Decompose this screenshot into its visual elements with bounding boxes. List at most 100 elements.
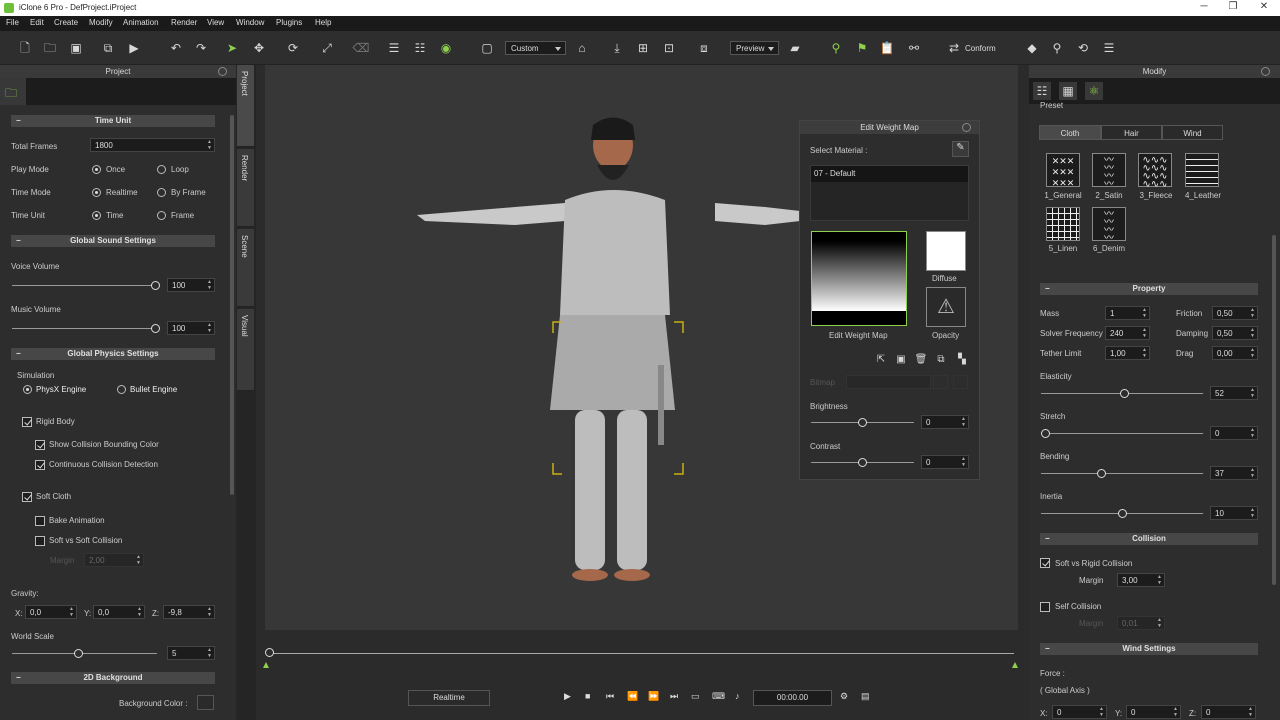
loop-radio[interactable] (157, 165, 166, 174)
menu-help[interactable]: Help (315, 18, 331, 27)
tether-limit-input[interactable]: 1,00 (1105, 346, 1150, 360)
flag-icon[interactable]: ⚑ (853, 39, 871, 57)
eyedropper-icon[interactable]: ✎ (952, 141, 969, 157)
preset-leather-swatch[interactable] (1185, 153, 1219, 187)
save-image-icon[interactable]: ▣ (892, 351, 910, 369)
physx-radio[interactable] (23, 385, 32, 394)
modify-scrollbar[interactable] (1272, 235, 1276, 585)
realtime-dropdown[interactable]: Realtime (408, 690, 490, 706)
background-color-swatch[interactable] (197, 695, 214, 710)
preset-satin-swatch[interactable]: 〰〰〰〰 (1092, 153, 1126, 190)
tab-wind[interactable]: Wind (1162, 125, 1223, 140)
menu-create[interactable]: Create (54, 18, 78, 27)
collision-margin-input[interactable]: 3,00 (1117, 573, 1165, 587)
select-arrow-icon[interactable]: ➤ (223, 39, 241, 57)
preset-linen-swatch[interactable] (1046, 207, 1080, 241)
voice-volume-input[interactable]: 100 (167, 278, 215, 292)
search-zoom-icon[interactable]: ⚲ (1048, 39, 1066, 57)
drop-icon[interactable]: ⤓ (608, 39, 626, 57)
camera-frame-icon[interactable]: ▢ (478, 39, 496, 57)
inertia-input[interactable]: 10 (1210, 506, 1258, 520)
subtitle-icon[interactable]: ⌨ (712, 691, 725, 702)
preset-denim-swatch[interactable]: 〰〰〰〰 (1092, 207, 1126, 244)
settings-list-icon[interactable]: ☰ (1100, 39, 1118, 57)
rewind-icon[interactable]: ⏪ (627, 691, 638, 702)
damping-input[interactable]: 0,50 (1212, 326, 1258, 340)
timeline-panel-icon[interactable]: ▤ (861, 691, 870, 702)
preset-general-swatch[interactable]: ✕✕✕ ✕✕✕ ✕✕✕ (1046, 153, 1080, 188)
diffuse-thumbnail[interactable] (926, 231, 966, 271)
wind-y-input[interactable]: 0 (1126, 705, 1181, 719)
friction-input[interactable]: 0,50 (1212, 306, 1258, 320)
align-icon[interactable]: ☰ (385, 39, 403, 57)
gravity-y-input[interactable]: 0,0 (93, 605, 145, 619)
project-scrollbar[interactable] (230, 115, 234, 495)
elasticity-knob[interactable] (1120, 389, 1129, 398)
redo-icon[interactable]: ↷ (192, 39, 210, 57)
stretch-knob[interactable] (1041, 429, 1050, 438)
timeline-playhead[interactable] (265, 648, 274, 657)
inertia-knob[interactable] (1118, 509, 1127, 518)
scale-icon[interactable]: ⤢ (318, 39, 336, 57)
menu-view[interactable]: View (207, 18, 224, 27)
checker-icon[interactable]: ▦ (1059, 82, 1077, 100)
drag-input[interactable]: 0,00 (1212, 346, 1258, 360)
bitmap-browse-icon[interactable] (933, 375, 948, 389)
mass-input[interactable]: 1 (1105, 306, 1150, 320)
bitmap-clear-icon[interactable] (953, 375, 968, 389)
range-start-marker[interactable] (263, 662, 269, 668)
next-key-icon[interactable]: ⏭ (670, 691, 678, 702)
menu-edit[interactable]: Edit (30, 18, 44, 27)
project-folder-button[interactable]: 🗀 (0, 78, 26, 105)
home-icon[interactable]: ⌂ (573, 39, 591, 57)
wind-x-input[interactable]: 0 (1052, 705, 1107, 719)
continuous-collision-checkbox[interactable] (35, 460, 45, 470)
tab-cloth[interactable]: Cloth (1039, 125, 1101, 140)
stretch-input[interactable]: 0 (1210, 426, 1258, 440)
contrast-input[interactable]: 0 (921, 455, 969, 469)
tab-scene[interactable]: Scene (237, 229, 254, 307)
load-image-icon[interactable]: ⇱ (872, 351, 890, 369)
prev-key-icon[interactable]: ⏮ (606, 691, 614, 702)
wind-z-input[interactable]: 0 (1201, 705, 1256, 719)
opacity-warning-icon[interactable]: ⚠ (926, 287, 966, 327)
time-unit-section[interactable]: − Time Unit (11, 115, 215, 127)
menu-window[interactable]: Window (236, 18, 264, 27)
timeline-track[interactable] (269, 653, 1014, 654)
property-section[interactable]: − Property (1040, 283, 1258, 295)
menu-modify[interactable]: Modify (89, 18, 113, 27)
soft-cloth-checkbox[interactable] (22, 492, 32, 502)
camera-select[interactable]: Custom (505, 41, 566, 55)
edit-image-icon[interactable]: ⧉ (932, 351, 950, 369)
minimize-button[interactable]: ─ (1196, 1, 1212, 12)
pick-parent-icon[interactable]: ⚲ (827, 39, 845, 57)
gravity-x-input[interactable]: 0,0 (25, 605, 77, 619)
elasticity-input[interactable]: 52 (1210, 386, 1258, 400)
once-radio[interactable] (92, 165, 101, 174)
voice-volume-track[interactable] (12, 285, 157, 286)
ewm-close-icon[interactable] (962, 123, 971, 132)
collision-section[interactable]: − Collision (1040, 533, 1258, 545)
link-icon[interactable]: ⚯ (905, 39, 923, 57)
tab-render[interactable]: Render (237, 149, 254, 227)
solver-frequency-input[interactable]: 240 (1105, 326, 1150, 340)
stop-icon[interactable]: ■ (585, 691, 590, 701)
render-icon[interactable]: ▶ (125, 39, 143, 57)
invert-icon[interactable]: ▚ (953, 351, 971, 369)
bake-animation-checkbox[interactable] (35, 516, 45, 526)
wind-section[interactable]: − Wind Settings (1040, 643, 1258, 655)
realtime-radio[interactable] (92, 188, 101, 197)
refresh-icon[interactable]: ⟲ (1074, 39, 1092, 57)
contrast-knob[interactable] (858, 458, 867, 467)
maximize-button[interactable]: ❐ (1225, 1, 1241, 12)
brightness-input[interactable]: 0 (921, 415, 969, 429)
tab-hair[interactable]: Hair (1101, 125, 1162, 140)
play-icon[interactable]: ▶ (564, 691, 571, 702)
brightness-knob[interactable] (858, 418, 867, 427)
bullet-radio[interactable] (117, 385, 126, 394)
rigid-body-checkbox[interactable] (22, 417, 32, 427)
material-item[interactable]: 07 - Default (811, 166, 968, 182)
open-folder-icon[interactable]: 🗀 (41, 39, 59, 57)
soft-rigid-checkbox[interactable] (1040, 558, 1050, 568)
music-volume-knob[interactable] (151, 324, 160, 333)
